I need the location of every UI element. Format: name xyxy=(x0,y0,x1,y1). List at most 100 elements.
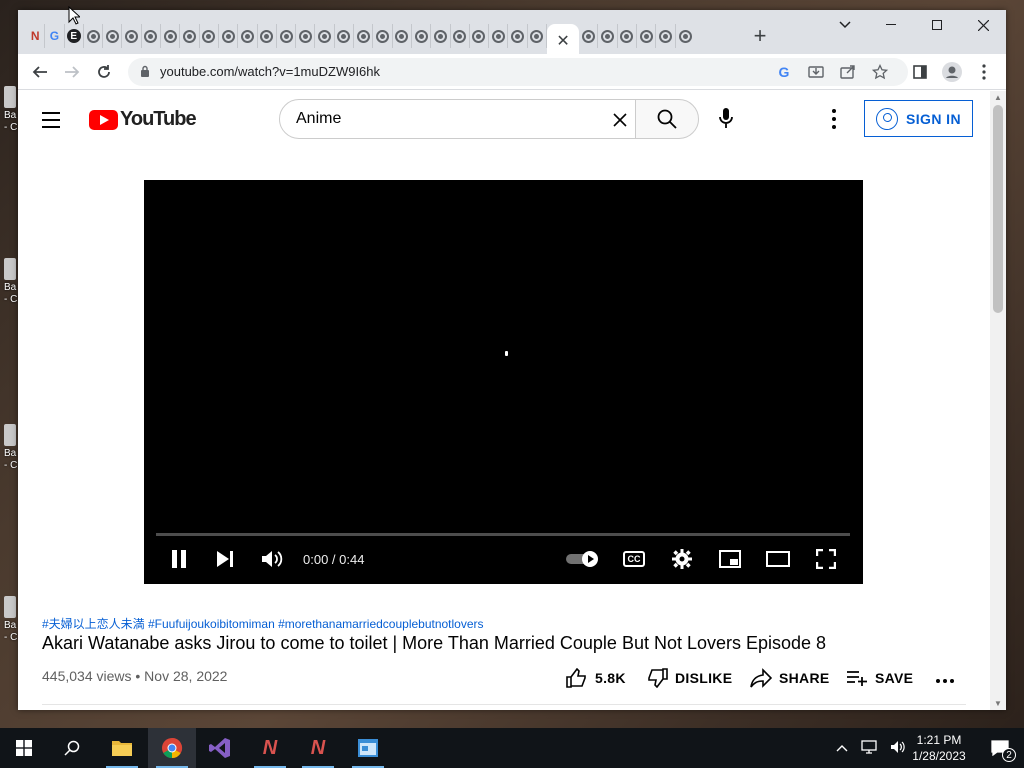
close-window-button[interactable] xyxy=(960,10,1006,40)
start-button[interactable] xyxy=(0,728,48,768)
settings-button[interactable] xyxy=(670,546,694,572)
tab-search-button[interactable] xyxy=(822,10,868,40)
tab[interactable] xyxy=(598,24,618,48)
tab[interactable] xyxy=(528,24,548,48)
clock[interactable]: 1:21 PM 1/28/2023 xyxy=(904,732,974,764)
tab[interactable] xyxy=(412,24,432,48)
tab[interactable] xyxy=(676,24,695,48)
new-tab-button[interactable]: + xyxy=(748,23,772,48)
progress-bar[interactable] xyxy=(156,533,850,536)
tab[interactable] xyxy=(373,24,393,48)
search-taskbar-button[interactable] xyxy=(48,728,96,768)
search-value[interactable]: Anime xyxy=(296,110,341,128)
sign-in-button[interactable]: SIGN IN xyxy=(864,100,973,137)
scroll-down-arrow[interactable]: ▼ xyxy=(994,699,1002,708)
lock-icon[interactable] xyxy=(140,65,150,77)
guide-menu-button[interactable] xyxy=(42,109,66,129)
tab[interactable] xyxy=(470,24,490,48)
file-explorer-button[interactable] xyxy=(98,728,146,768)
close-tab-icon[interactable]: ✕ xyxy=(556,31,569,51)
tab[interactable] xyxy=(315,24,335,48)
tab[interactable] xyxy=(103,24,123,48)
next-button[interactable] xyxy=(214,546,236,572)
theater-mode-button[interactable] xyxy=(766,546,790,572)
bookmark-star-icon[interactable] xyxy=(870,62,890,82)
tab[interactable] xyxy=(296,24,316,48)
forward-button[interactable] xyxy=(58,58,86,86)
share-page-icon[interactable] xyxy=(838,62,858,82)
scroll-up-arrow[interactable]: ▲ xyxy=(994,93,1002,102)
install-icon[interactable] xyxy=(806,62,826,82)
fullscreen-button[interactable] xyxy=(814,546,838,572)
pause-button[interactable] xyxy=(168,546,190,572)
app-taskbar-button[interactable] xyxy=(344,728,392,768)
tab[interactable] xyxy=(84,24,104,48)
tab[interactable] xyxy=(451,24,470,48)
browser-menu-button[interactable] xyxy=(970,58,998,86)
address-bar[interactable]: youtube.com/watch?v=1muDZW9I6hk G xyxy=(128,58,908,86)
active-tab[interactable]: ✕ xyxy=(547,24,580,58)
show-hidden-icons-chevron-icon[interactable] xyxy=(836,741,848,755)
tab[interactable] xyxy=(431,24,451,48)
action-center-button[interactable]: 2 xyxy=(976,728,1024,768)
profile-button[interactable] xyxy=(938,58,966,86)
voice-search-button[interactable] xyxy=(718,107,738,131)
tab[interactable] xyxy=(489,24,509,48)
tab[interactable] xyxy=(335,24,355,48)
tab[interactable]: G xyxy=(45,24,65,48)
tab[interactable] xyxy=(258,24,277,48)
youtube-logo[interactable]: YouTube xyxy=(89,108,197,131)
network-icon[interactable] xyxy=(861,739,877,757)
minimize-button[interactable] xyxy=(868,10,914,40)
tab[interactable] xyxy=(277,24,297,48)
tab[interactable] xyxy=(579,24,599,48)
chrome-taskbar-button[interactable] xyxy=(148,728,196,768)
settings-menu-button[interactable] xyxy=(830,109,838,129)
tab[interactable] xyxy=(618,24,637,48)
back-button[interactable] xyxy=(26,58,54,86)
app-taskbar-button[interactable]: N xyxy=(246,728,294,768)
mute-button[interactable] xyxy=(260,546,284,572)
tab[interactable] xyxy=(161,24,181,48)
like-button[interactable]: 5.8K xyxy=(566,666,626,690)
tab[interactable] xyxy=(219,24,239,48)
save-button[interactable]: SAVE xyxy=(846,666,913,690)
visual-studio-button[interactable] xyxy=(196,728,244,768)
url-text[interactable]: youtube.com/watch?v=1muDZW9I6hk xyxy=(160,64,380,79)
youtube-masthead: YouTube Anime SIGN IN xyxy=(18,91,990,147)
tab[interactable] xyxy=(238,24,258,48)
tab[interactable] xyxy=(180,24,200,48)
autoplay-toggle[interactable] xyxy=(566,551,602,567)
tab[interactable] xyxy=(393,24,412,48)
google-lens-icon[interactable]: G xyxy=(774,62,794,82)
video-player[interactable]: 0:00 / 0:44 CC xyxy=(144,180,863,584)
miniplayer-button[interactable] xyxy=(718,546,742,572)
tab-list: N G E ✕ xyxy=(26,24,695,58)
search-button[interactable] xyxy=(635,99,699,139)
side-panel-button[interactable] xyxy=(906,58,934,86)
reload-button[interactable] xyxy=(90,58,118,86)
tab[interactable] xyxy=(354,24,374,48)
page-scrollbar[interactable]: ▲ ▼ xyxy=(990,91,1006,710)
tab[interactable] xyxy=(508,24,528,48)
subtitles-button[interactable]: CC xyxy=(622,546,646,572)
tab[interactable] xyxy=(122,24,142,48)
tab[interactable] xyxy=(637,24,657,48)
tab[interactable] xyxy=(142,24,162,48)
search-input[interactable]: Anime xyxy=(279,99,636,139)
tab[interactable]: E xyxy=(65,24,84,48)
tab[interactable] xyxy=(656,24,676,48)
tab[interactable] xyxy=(200,24,219,48)
mouse-cursor-icon xyxy=(68,6,80,25)
video-hashtags[interactable]: #夫婦以上恋人未満 #Fuufuijoukoibitomiman #moreth… xyxy=(42,615,484,632)
app-taskbar-button[interactable]: N xyxy=(294,728,342,768)
tab[interactable]: N xyxy=(26,24,46,48)
dislike-button[interactable]: DISLIKE xyxy=(646,666,732,690)
share-button[interactable]: SHARE xyxy=(750,666,830,690)
clear-search-button[interactable] xyxy=(613,108,627,133)
desktop-icon-label: Ba - C xyxy=(4,448,18,471)
maximize-button[interactable] xyxy=(914,10,960,40)
more-actions-button[interactable] xyxy=(936,679,954,683)
scrollbar-thumb[interactable] xyxy=(993,105,1003,313)
chrome-icon xyxy=(511,29,525,43)
